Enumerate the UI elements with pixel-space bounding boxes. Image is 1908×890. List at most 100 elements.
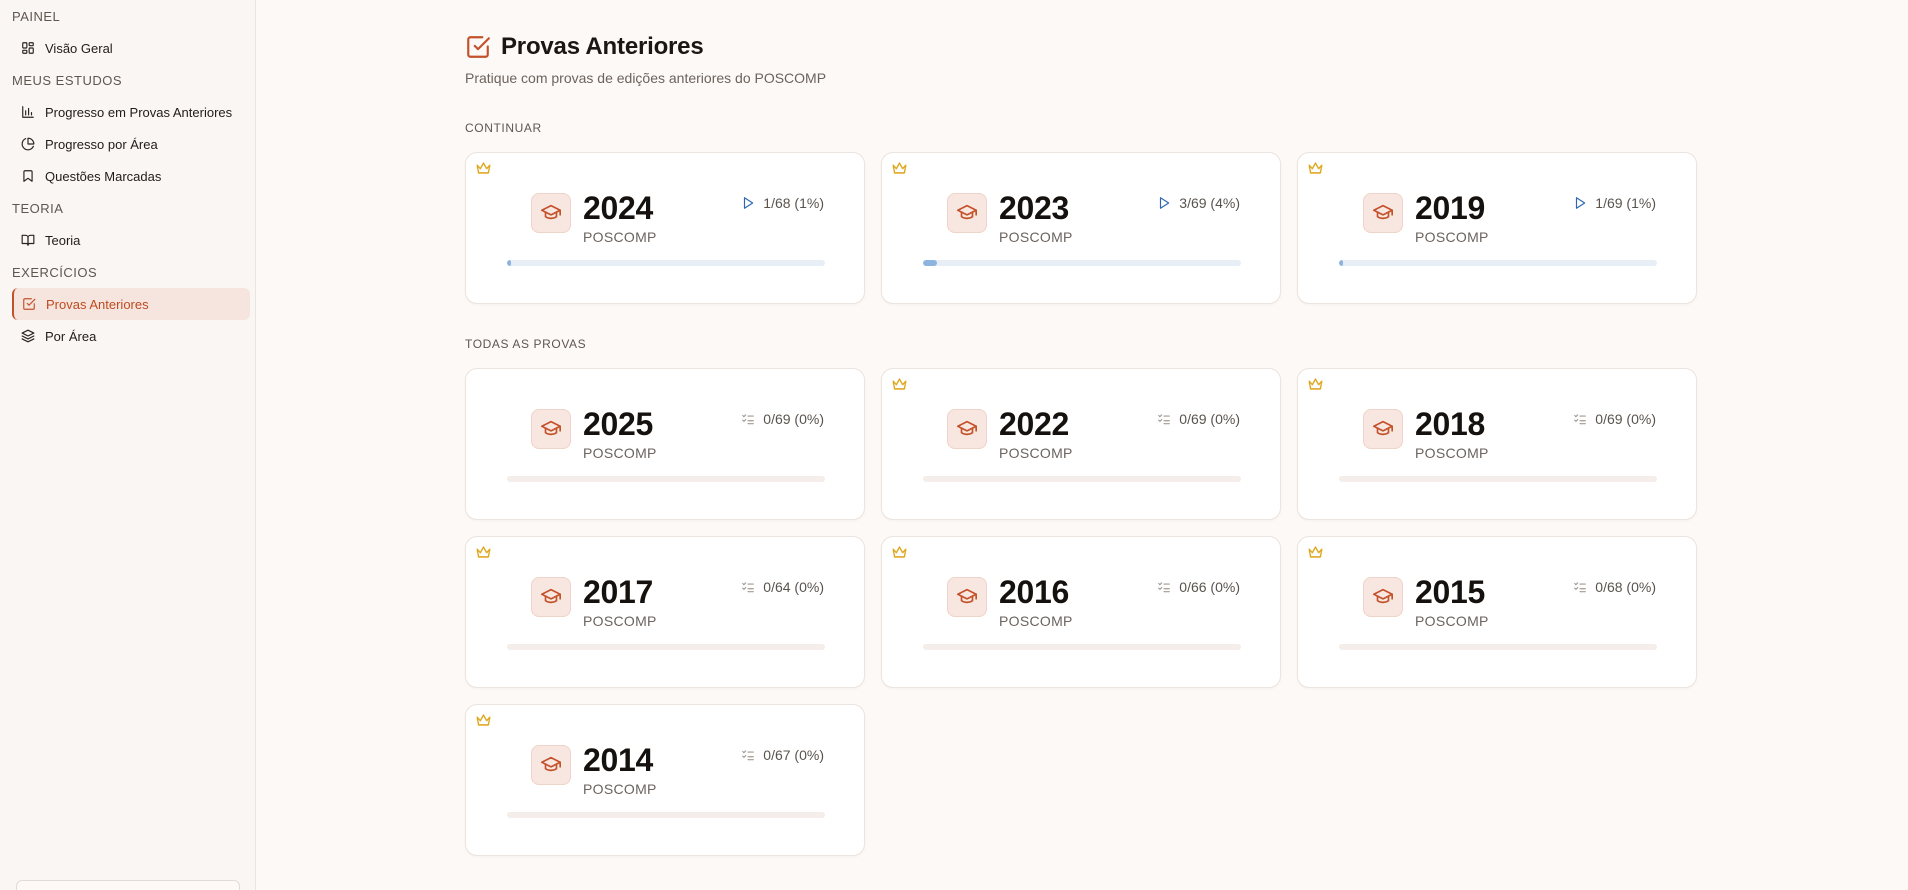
exam-progress-text: 3/69 (4%) xyxy=(1179,195,1240,211)
crown-icon xyxy=(892,162,907,174)
progress-bar xyxy=(507,812,825,818)
exam-year: 2018 xyxy=(1415,406,1485,442)
exam-progress-text: 0/66 (0%) xyxy=(1179,579,1240,595)
dashboard-icon xyxy=(22,42,34,54)
exam-icon-box xyxy=(947,577,987,617)
sidebar-bottom-control[interactable] xyxy=(16,880,240,890)
checklist-icon xyxy=(1574,414,1587,425)
sidebar-section-title: EXERCÍCIOS xyxy=(12,265,98,280)
layers-icon xyxy=(21,329,35,343)
graduation-cap-icon xyxy=(957,588,977,604)
section-label-todas: TODAS AS PROVAS xyxy=(465,337,587,351)
graduation-cap-icon xyxy=(957,420,977,436)
exam-card-2015[interactable]: 2015 POSCOMP 0/68 (0%) xyxy=(1297,536,1697,688)
exam-icon-box xyxy=(531,745,571,785)
exam-progress: 1/68 (1%) xyxy=(741,195,824,211)
sidebar-item-progresso-em-provas-anteriores[interactable]: Progresso em Provas Anteriores xyxy=(12,96,250,128)
progress-bar-fill xyxy=(507,260,511,266)
progress-bar xyxy=(507,260,825,266)
checklist-icon xyxy=(742,414,755,425)
exam-icon-box xyxy=(1363,577,1403,617)
exam-progress-text: 0/69 (0%) xyxy=(1595,411,1656,427)
sidebar-item-quest-es-marcadas[interactable]: Questões Marcadas xyxy=(12,160,250,192)
checklist-icon xyxy=(1574,582,1587,593)
play-icon xyxy=(1576,197,1586,209)
checklist-icon xyxy=(742,582,755,593)
exam-progress-text: 0/69 (0%) xyxy=(1179,411,1240,427)
crown-icon xyxy=(476,714,491,726)
graduation-cap-icon xyxy=(1373,588,1393,604)
exam-progress: 0/66 (0%) xyxy=(1157,579,1240,595)
exam-progress: 0/64 (0%) xyxy=(741,579,824,595)
exam-year: 2014 xyxy=(583,742,653,778)
exam-progress-text: 0/69 (0%) xyxy=(763,411,824,427)
exam-card-2014[interactable]: 2014 POSCOMP 0/67 (0%) xyxy=(465,704,865,856)
exam-year: 2024 xyxy=(583,190,653,226)
exam-progress: 0/69 (0%) xyxy=(1157,411,1240,427)
exam-icon-box xyxy=(531,409,571,449)
exam-card-2019[interactable]: 2019 POSCOMP 1/69 (1%) xyxy=(1297,152,1697,304)
bar-chart-icon xyxy=(22,106,34,118)
exam-icon-box xyxy=(947,409,987,449)
exam-year: 2017 xyxy=(583,574,653,610)
exam-progress-text: 0/68 (0%) xyxy=(1595,579,1656,595)
exam-card-2018[interactable]: 2018 POSCOMP 0/69 (0%) xyxy=(1297,368,1697,520)
exam-progress: 0/67 (0%) xyxy=(741,747,824,763)
exam-year: 2015 xyxy=(1415,574,1485,610)
sidebar-item-teoria[interactable]: Teoria xyxy=(12,224,250,256)
crown-icon xyxy=(1308,546,1323,558)
sidebar-item-label: Progresso em Provas Anteriores xyxy=(45,104,233,120)
crown-icon xyxy=(476,162,491,174)
sidebar-item-progresso-por-rea[interactable]: Progresso por Área xyxy=(12,128,250,160)
page-subtitle: Pratique com provas de edições anteriore… xyxy=(465,70,827,86)
graduation-cap-icon xyxy=(541,588,561,604)
exam-card-2023[interactable]: 2023 POSCOMP 3/69 (4%) xyxy=(881,152,1281,304)
checklist-icon xyxy=(1158,414,1171,425)
exam-progress: 3/69 (4%) xyxy=(1157,195,1240,211)
play-icon xyxy=(1160,197,1170,209)
bookmark-icon xyxy=(23,170,33,182)
exam-card-2016[interactable]: 2016 POSCOMP 0/66 (0%) xyxy=(881,536,1281,688)
exam-brand: POSCOMP xyxy=(1415,229,1489,245)
exam-progress: 1/69 (1%) xyxy=(1573,195,1656,211)
exam-card-2025[interactable]: 2025 POSCOMP 0/69 (0%) xyxy=(465,368,865,520)
page-title: Provas Anteriores xyxy=(501,33,704,60)
exam-card-2017[interactable]: 2017 POSCOMP 0/64 (0%) xyxy=(465,536,865,688)
pie-chart-icon xyxy=(21,137,35,151)
sidebar-item-por-rea[interactable]: Por Área xyxy=(12,320,250,352)
sidebar-item-vis-o-geral[interactable]: Visão Geral xyxy=(12,32,250,64)
crown-icon xyxy=(1308,162,1323,174)
exam-progress: 0/69 (0%) xyxy=(741,411,824,427)
progress-bar xyxy=(1339,476,1657,482)
exam-card-2022[interactable]: 2022 POSCOMP 0/69 (0%) xyxy=(881,368,1281,520)
exam-progress-text: 0/67 (0%) xyxy=(763,747,824,763)
graduation-cap-icon xyxy=(541,204,561,220)
progress-bar xyxy=(507,644,825,650)
sidebar-section-title: TEORIA xyxy=(12,201,64,216)
graduation-cap-icon xyxy=(957,204,977,220)
crown-icon xyxy=(476,546,491,558)
sidebar-item-label: Teoria xyxy=(45,232,81,248)
sidebar-item-label: Visão Geral xyxy=(45,40,113,56)
graduation-cap-icon xyxy=(1373,204,1393,220)
progress-bar xyxy=(923,644,1241,650)
graduation-cap-icon xyxy=(541,756,561,772)
exam-icon-box xyxy=(1363,409,1403,449)
exam-brand: POSCOMP xyxy=(999,445,1073,461)
exam-brand: POSCOMP xyxy=(999,229,1073,245)
exam-year: 2025 xyxy=(583,406,653,442)
continuar-grid: 2024 POSCOMP 1/68 (1%) 2023 POSCOMP 3/69 (4%)… xyxy=(465,152,1697,304)
exam-progress: 0/69 (0%) xyxy=(1573,411,1656,427)
exam-brand: POSCOMP xyxy=(1415,613,1489,629)
exam-card-2024[interactable]: 2024 POSCOMP 1/68 (1%) xyxy=(465,152,865,304)
page-header: Provas Anteriores xyxy=(465,33,704,61)
checklist-icon xyxy=(742,750,755,761)
sidebar-item-label: Provas Anteriores xyxy=(46,296,149,312)
exam-progress-text: 1/68 (1%) xyxy=(763,195,824,211)
crown-icon xyxy=(1308,378,1323,390)
exam-progress: 0/68 (0%) xyxy=(1573,579,1656,595)
graduation-cap-icon xyxy=(1373,420,1393,436)
progress-bar-fill xyxy=(923,260,937,266)
sidebar-item-provas-anteriores[interactable]: Provas Anteriores xyxy=(12,288,250,320)
sidebar-nav: PAINEL Visão Geral MEUS ESTUDOS Progresso e… xyxy=(0,8,255,352)
